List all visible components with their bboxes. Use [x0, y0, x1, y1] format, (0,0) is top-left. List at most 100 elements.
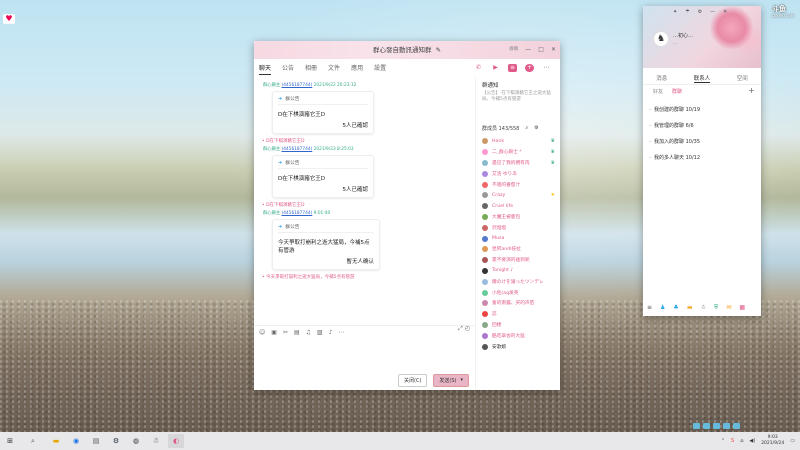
subtab-friends[interactable]: 好友	[653, 88, 663, 95]
star-icon[interactable]: ✦	[673, 9, 677, 15]
announcement-card[interactable]: ➜ 群公告 D在下棋演豬它王D 5人已確認	[272, 155, 374, 198]
maximize-button[interactable]: □	[538, 41, 544, 59]
signature[interactable]: …	[673, 40, 677, 45]
minimize-button[interactable]: —	[525, 41, 531, 59]
ime-icon[interactable]: S	[731, 438, 734, 444]
list-item[interactable]: 蕊	[476, 309, 560, 320]
tab-files[interactable]: 文件	[328, 63, 340, 75]
tray-app-icon[interactable]	[703, 423, 710, 429]
penguin-icon[interactable]: ☃	[700, 304, 705, 312]
minimize-button[interactable]: —	[710, 9, 715, 15]
more-icon[interactable]: ⋯	[542, 64, 551, 72]
app-icon[interactable]: ◍	[128, 434, 144, 448]
bell-icon[interactable]: ♪	[329, 329, 333, 336]
notice-text[interactable]: 【公告】 在下棋演豬它王之逝大猛局，今補5点有管游	[482, 91, 554, 103]
search-icon[interactable]: ⌕	[525, 125, 528, 132]
tray-app-icon[interactable]	[693, 423, 700, 429]
add-icon[interactable]: +	[748, 86, 755, 95]
mail-icon[interactable]: ✉	[726, 304, 731, 312]
more-tools-icon[interactable]: ⋯	[339, 329, 345, 336]
shield-icon[interactable]: ⛨	[714, 304, 719, 312]
tray-app-icon[interactable]	[723, 423, 730, 429]
list-item[interactable]: 小危(aq发英	[476, 287, 560, 298]
phone-icon[interactable]: ✆	[474, 64, 483, 72]
steam-icon[interactable]: ⚙	[108, 434, 124, 448]
send-button[interactable]: 发送(S) ▾	[433, 374, 469, 387]
avatar[interactable]: ♞	[653, 31, 669, 47]
desktop-shortcut-icon[interactable]: ♥	[3, 14, 15, 24]
username[interactable]: …初心…	[673, 32, 693, 39]
folder-icon[interactable]: ▤	[294, 329, 300, 336]
list-item[interactable]: 安歌娘	[476, 341, 560, 352]
list-item[interactable]: 裳不要演的碰到呢	[476, 255, 560, 266]
list-item[interactable]: 爾のけを譲ったツンデレ	[476, 276, 560, 287]
tray-app-icon[interactable]	[733, 423, 740, 429]
announcement-card[interactable]: ➜ 群公告 今天爭取打崩利之逝大猛局，今補5点有管游 暫无人确认	[272, 219, 380, 270]
list-item[interactable]: 昆阿andi技拉	[476, 244, 560, 255]
tab-settings[interactable]: 設置	[374, 63, 386, 75]
menu-icon[interactable]: ≡	[647, 304, 652, 312]
scissors-icon[interactable]: ✂	[283, 329, 288, 336]
tab-space[interactable]: 空间	[737, 74, 748, 82]
volume-icon[interactable]: ◀)	[749, 438, 755, 444]
list-item[interactable]: Hank ♛	[476, 136, 560, 147]
list-item[interactable]: 遇见了我的拥有肉 ♛	[476, 158, 560, 169]
message-input[interactable]	[254, 340, 474, 368]
music-icon[interactable]: ♫	[306, 329, 311, 336]
contacts-icon[interactable]: ♟	[660, 304, 665, 312]
search-icon[interactable]: ⌕	[22, 434, 44, 448]
list-item[interactable]: 艾洛 ゆりあ	[476, 168, 560, 179]
list-item[interactable]: › 我加入的群聊 10/35	[649, 134, 700, 150]
gear-icon[interactable]: ⚙	[698, 9, 702, 15]
settings-icon[interactable]: ⚙	[534, 125, 538, 132]
video-call-icon[interactable]: ▶	[491, 64, 500, 72]
list-item[interactable]: 酷吃翠会的大猛	[476, 330, 560, 341]
windows-start-icon[interactable]: ⊞	[2, 434, 18, 448]
chrome-icon[interactable]: ◉	[68, 434, 84, 448]
qq-icon[interactable]: ☃	[148, 434, 164, 448]
list-item[interactable]: 回楼	[476, 320, 560, 331]
shirt-icon[interactable]: ☂	[685, 9, 689, 15]
expand-icon[interactable]: ⤢ ◴	[458, 325, 470, 333]
tab-album[interactable]: 相冊	[305, 63, 317, 75]
list-item[interactable]: › 我的多人聊天 10/12	[649, 150, 700, 166]
notification-icon[interactable]: ▭	[790, 438, 795, 444]
chat-titlebar[interactable]: 群心發自動訊通知群 ✎ 群聊 — □ ✕	[254, 41, 560, 59]
list-item[interactable]: 大魔王被鹿包	[476, 212, 560, 223]
list-item[interactable]: › 我管理的群聊 6/6	[649, 118, 700, 134]
subtab-groups[interactable]: 群聊	[672, 88, 682, 95]
folder-icon[interactable]: ▬	[687, 304, 693, 312]
edit-icon[interactable]: ✎	[436, 46, 441, 54]
tab-apps[interactable]: 應用	[351, 63, 363, 75]
folder-icon[interactable]: ▤	[88, 434, 104, 448]
list-item[interactable]: 烈燈燈	[476, 222, 560, 233]
list-item[interactable]: Cruel life	[476, 201, 560, 212]
tab-messages[interactable]: 消息	[656, 74, 667, 82]
close-button[interactable]: ✕	[551, 41, 556, 59]
note-icon[interactable]: ≡	[508, 64, 517, 72]
game-icon[interactable]: ♣	[673, 304, 678, 312]
apps-icon[interactable]: ▦	[739, 304, 745, 312]
close-chat-button[interactable]: 关闭(C)	[398, 374, 428, 387]
clock[interactable]: 9:03 2021/9/24	[761, 435, 784, 447]
file-explorer-icon[interactable]: ▬	[48, 434, 64, 448]
send-options-icon[interactable]: ▾	[460, 377, 463, 384]
list-item[interactable]: Musa	[476, 233, 560, 244]
list-item[interactable]: 二_群心鎖士 * ♛	[476, 147, 560, 158]
tab-chat[interactable]: 聊天	[259, 63, 272, 75]
tray-app-icon[interactable]	[713, 423, 720, 429]
list-item[interactable]: Tonight ♪	[476, 266, 560, 277]
network-icon[interactable]: ⌂	[740, 438, 743, 444]
list-item[interactable]: 誓的南露、买的声苗	[476, 298, 560, 309]
add-icon[interactable]: +	[525, 64, 534, 72]
active-app-icon[interactable]: ◐	[168, 434, 184, 448]
emoji-icon[interactable]: ☺	[259, 329, 265, 336]
tab-contacts[interactable]: 联系人	[693, 74, 711, 83]
list-item[interactable]: › 我创建的群聊 10/19	[649, 102, 700, 118]
tab-announcement[interactable]: 公告	[282, 63, 294, 75]
list-item[interactable]: 不咀的番茄汁	[476, 179, 560, 190]
image-icon[interactable]: ▨	[317, 329, 323, 336]
close-button[interactable]: ✕	[723, 9, 727, 15]
gif-icon[interactable]: ▣	[271, 329, 277, 336]
list-item[interactable]: Crazy ★	[476, 190, 560, 201]
